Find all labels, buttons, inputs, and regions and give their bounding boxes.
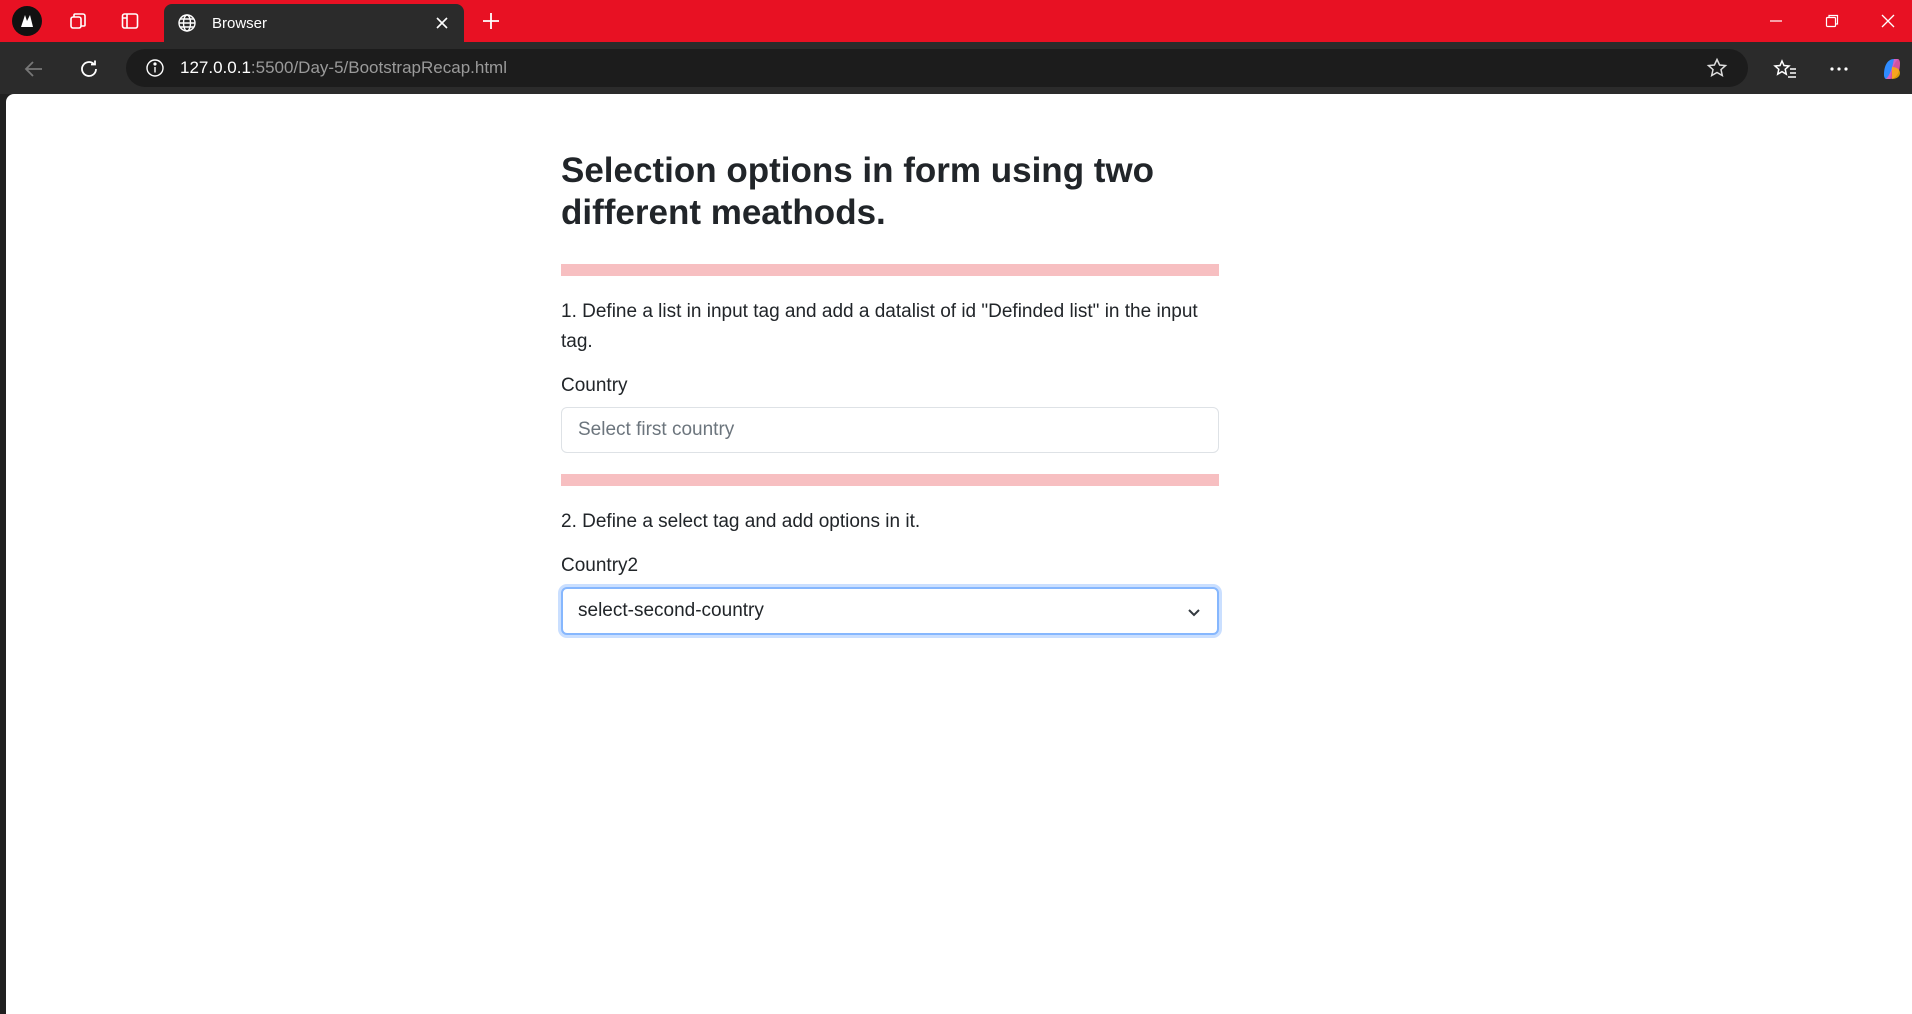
- form-container: Selection options in form using two diff…: [561, 150, 1219, 635]
- url-host: 127.0.0.1: [180, 58, 251, 77]
- tab-browser[interactable]: Browser: [164, 4, 464, 42]
- refresh-icon[interactable]: [72, 52, 106, 86]
- country-input-placeholder: Select first country: [578, 419, 735, 440]
- vertical-tabs-icon[interactable]: [115, 6, 145, 36]
- new-tab-icon[interactable]: [476, 6, 506, 36]
- divider-2: [561, 474, 1219, 486]
- browser-logo-icon[interactable]: [12, 6, 42, 36]
- browser-title-bar: Browser: [0, 0, 1912, 42]
- country2-select[interactable]: select-second-country: [561, 587, 1219, 635]
- minimize-icon[interactable]: [1748, 0, 1804, 42]
- address-bar[interactable]: 127.0.0.1:5500/Day-5/BootstrapRecap.html: [126, 49, 1748, 87]
- page-viewport: Selection options in form using two diff…: [6, 94, 1912, 1014]
- tab-title: Browser: [212, 14, 268, 32]
- close-tab-icon[interactable]: [428, 9, 456, 37]
- url-text[interactable]: 127.0.0.1:5500/Day-5/BootstrapRecap.html: [180, 58, 1700, 78]
- country-label: Country: [561, 375, 628, 396]
- globe-icon: [176, 12, 198, 34]
- copilot-icon[interactable]: [1875, 52, 1909, 86]
- more-options-icon[interactable]: [1822, 52, 1856, 86]
- favorites-icon[interactable]: [1768, 52, 1802, 86]
- favorite-star-icon[interactable]: [1700, 51, 1734, 85]
- site-info-icon[interactable]: [144, 57, 166, 79]
- url-path: :5500/Day-5/BootstrapRecap.html: [250, 58, 507, 77]
- country2-selected-value: select-second-country: [578, 600, 764, 621]
- section1-description: 1. Define a list in input tag and add a …: [561, 301, 1198, 352]
- close-window-icon[interactable]: [1860, 0, 1912, 42]
- browser-toolbar: 127.0.0.1:5500/Day-5/BootstrapRecap.html: [0, 42, 1912, 94]
- country-input[interactable]: Select first country: [561, 407, 1219, 453]
- chevron-down-icon: [1188, 609, 1200, 617]
- workspaces-icon[interactable]: [63, 6, 93, 36]
- section2-description: 2. Define a select tag and add options i…: [561, 511, 921, 532]
- page-title: Selection options in form using two diff…: [561, 151, 1155, 232]
- restore-icon[interactable]: [1804, 0, 1860, 42]
- back-icon[interactable]: [17, 52, 51, 86]
- divider-1: [561, 264, 1219, 276]
- country2-label: Country2: [561, 555, 639, 576]
